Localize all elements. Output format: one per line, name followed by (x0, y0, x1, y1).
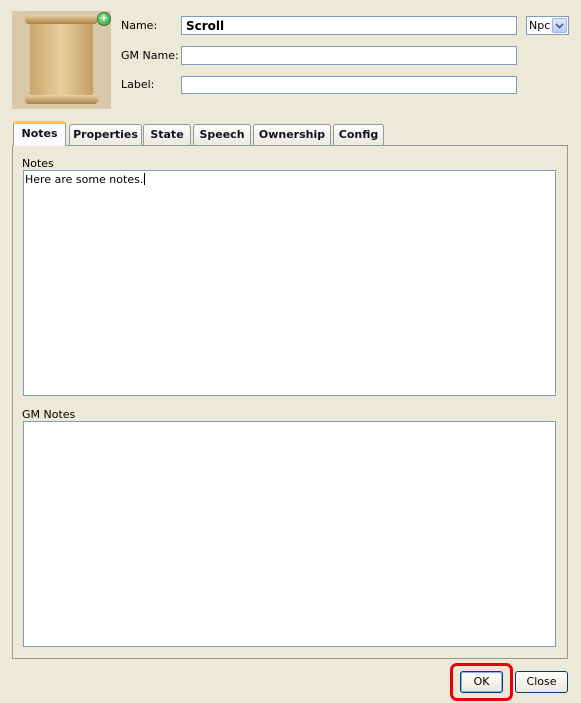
close-button[interactable]: Close (515, 671, 568, 693)
label-field[interactable] (181, 76, 517, 94)
tab-notes[interactable]: Notes (13, 121, 66, 146)
name-field[interactable] (181, 16, 517, 35)
label-label: Label: (121, 78, 155, 91)
tab-state[interactable]: State (143, 124, 191, 145)
token-image[interactable] (12, 11, 111, 109)
gm-notes-textarea[interactable] (23, 421, 556, 647)
scroll-image (12, 11, 111, 109)
add-image-icon[interactable]: + (97, 12, 111, 26)
notes-textarea[interactable]: Here are some notes. (23, 170, 556, 396)
type-dropdown[interactable]: Npc (526, 16, 569, 35)
gm-name-field[interactable] (181, 46, 517, 65)
name-label: Name: (121, 19, 158, 32)
notes-label: Notes (22, 157, 54, 170)
ok-button[interactable]: OK (460, 671, 503, 693)
tab-speech[interactable]: Speech (193, 124, 251, 145)
gm-notes-label: GM Notes (22, 408, 76, 421)
tab-config[interactable]: Config (333, 124, 384, 145)
tab-ownership[interactable]: Ownership (253, 124, 331, 145)
chevron-down-icon[interactable] (552, 18, 567, 33)
gm-name-label: GM Name: (121, 49, 179, 62)
tab-properties[interactable]: Properties (69, 124, 142, 145)
notes-text: Here are some notes. (25, 173, 146, 186)
type-value: Npc (529, 19, 551, 32)
